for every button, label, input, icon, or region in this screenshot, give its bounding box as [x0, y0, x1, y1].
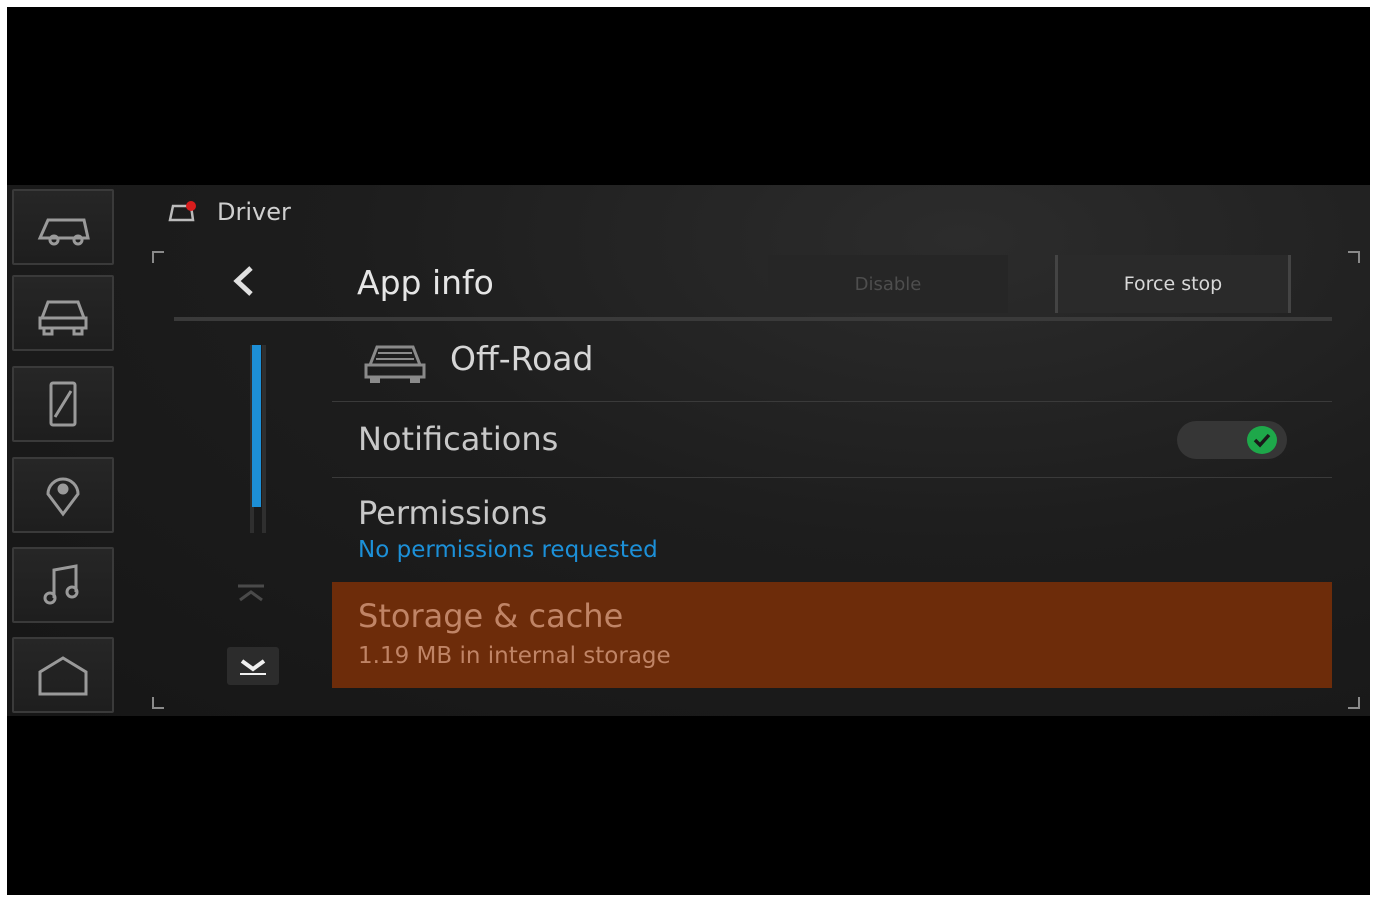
rail-vehicle-button[interactable]: [12, 189, 114, 265]
storage-label: Storage & cache: [358, 597, 624, 635]
offroad-icon: [38, 300, 88, 336]
rail-navigation-button[interactable]: [12, 457, 114, 533]
panel-corner-bottom-left: [152, 697, 164, 709]
app-info-list: Off-Road Notifications Permissions No pe…: [332, 325, 1332, 688]
rail-phone-button[interactable]: [12, 366, 114, 442]
scroll-down-button[interactable]: [227, 647, 279, 685]
app-header-row: Off-Road: [332, 325, 1332, 402]
permissions-row[interactable]: Permissions No permissions requested: [332, 478, 1332, 582]
profile-status: Driver: [167, 197, 291, 227]
toggle-knob: [1247, 426, 1277, 454]
disable-button[interactable]: Disable: [768, 255, 1008, 313]
back-button[interactable]: [224, 259, 264, 303]
force-stop-button[interactable]: Force stop: [1055, 255, 1291, 313]
scrollbar[interactable]: [248, 345, 270, 533]
scroll-thumb[interactable]: [252, 345, 261, 507]
check-icon: [1253, 433, 1271, 448]
home-icon: [38, 656, 88, 696]
permissions-label: Permissions: [358, 494, 548, 532]
driver-seat-icon: [167, 200, 197, 224]
scroll-track-right: [262, 345, 266, 533]
infotainment-screen: Driver App info Disable Force stop Off-R…: [7, 185, 1370, 716]
offroad-car-icon: [360, 339, 430, 385]
notifications-label: Notifications: [358, 420, 559, 458]
permissions-subtitle: No permissions requested: [358, 537, 658, 563]
panel-corner-bottom-right: [1348, 697, 1360, 709]
profile-label: Driver: [217, 198, 291, 226]
music-icon: [43, 564, 79, 605]
chevron-down-icon: [240, 659, 266, 675]
chevron-up-icon: [238, 584, 264, 602]
left-rail: [7, 185, 117, 716]
notifications-toggle[interactable]: [1177, 421, 1287, 459]
page-title: App info: [357, 263, 494, 302]
storage-subtitle: 1.19 MB in internal storage: [358, 643, 671, 669]
panel-corner-top-right: [1348, 251, 1360, 263]
storage-cache-row[interactable]: Storage & cache 1.19 MB in internal stor…: [332, 582, 1332, 688]
scroll-up-button[interactable]: [227, 575, 275, 611]
app-name: Off-Road: [450, 339, 594, 378]
vehicle-icon: [37, 218, 90, 246]
frame-border-top: [0, 0, 1373, 7]
panel-corner-top-left: [152, 251, 164, 263]
rail-music-button[interactable]: [12, 547, 114, 623]
notifications-row[interactable]: Notifications: [332, 402, 1332, 478]
rail-home-button[interactable]: [12, 637, 114, 713]
navigation-icon: [46, 477, 80, 517]
rail-offroad-button[interactable]: [12, 275, 114, 351]
chevron-left-icon: [233, 266, 253, 296]
app-info-header: App info Disable Force stop: [174, 245, 1332, 321]
phone-icon: [49, 381, 77, 427]
frame-border-left: [0, 0, 7, 898]
